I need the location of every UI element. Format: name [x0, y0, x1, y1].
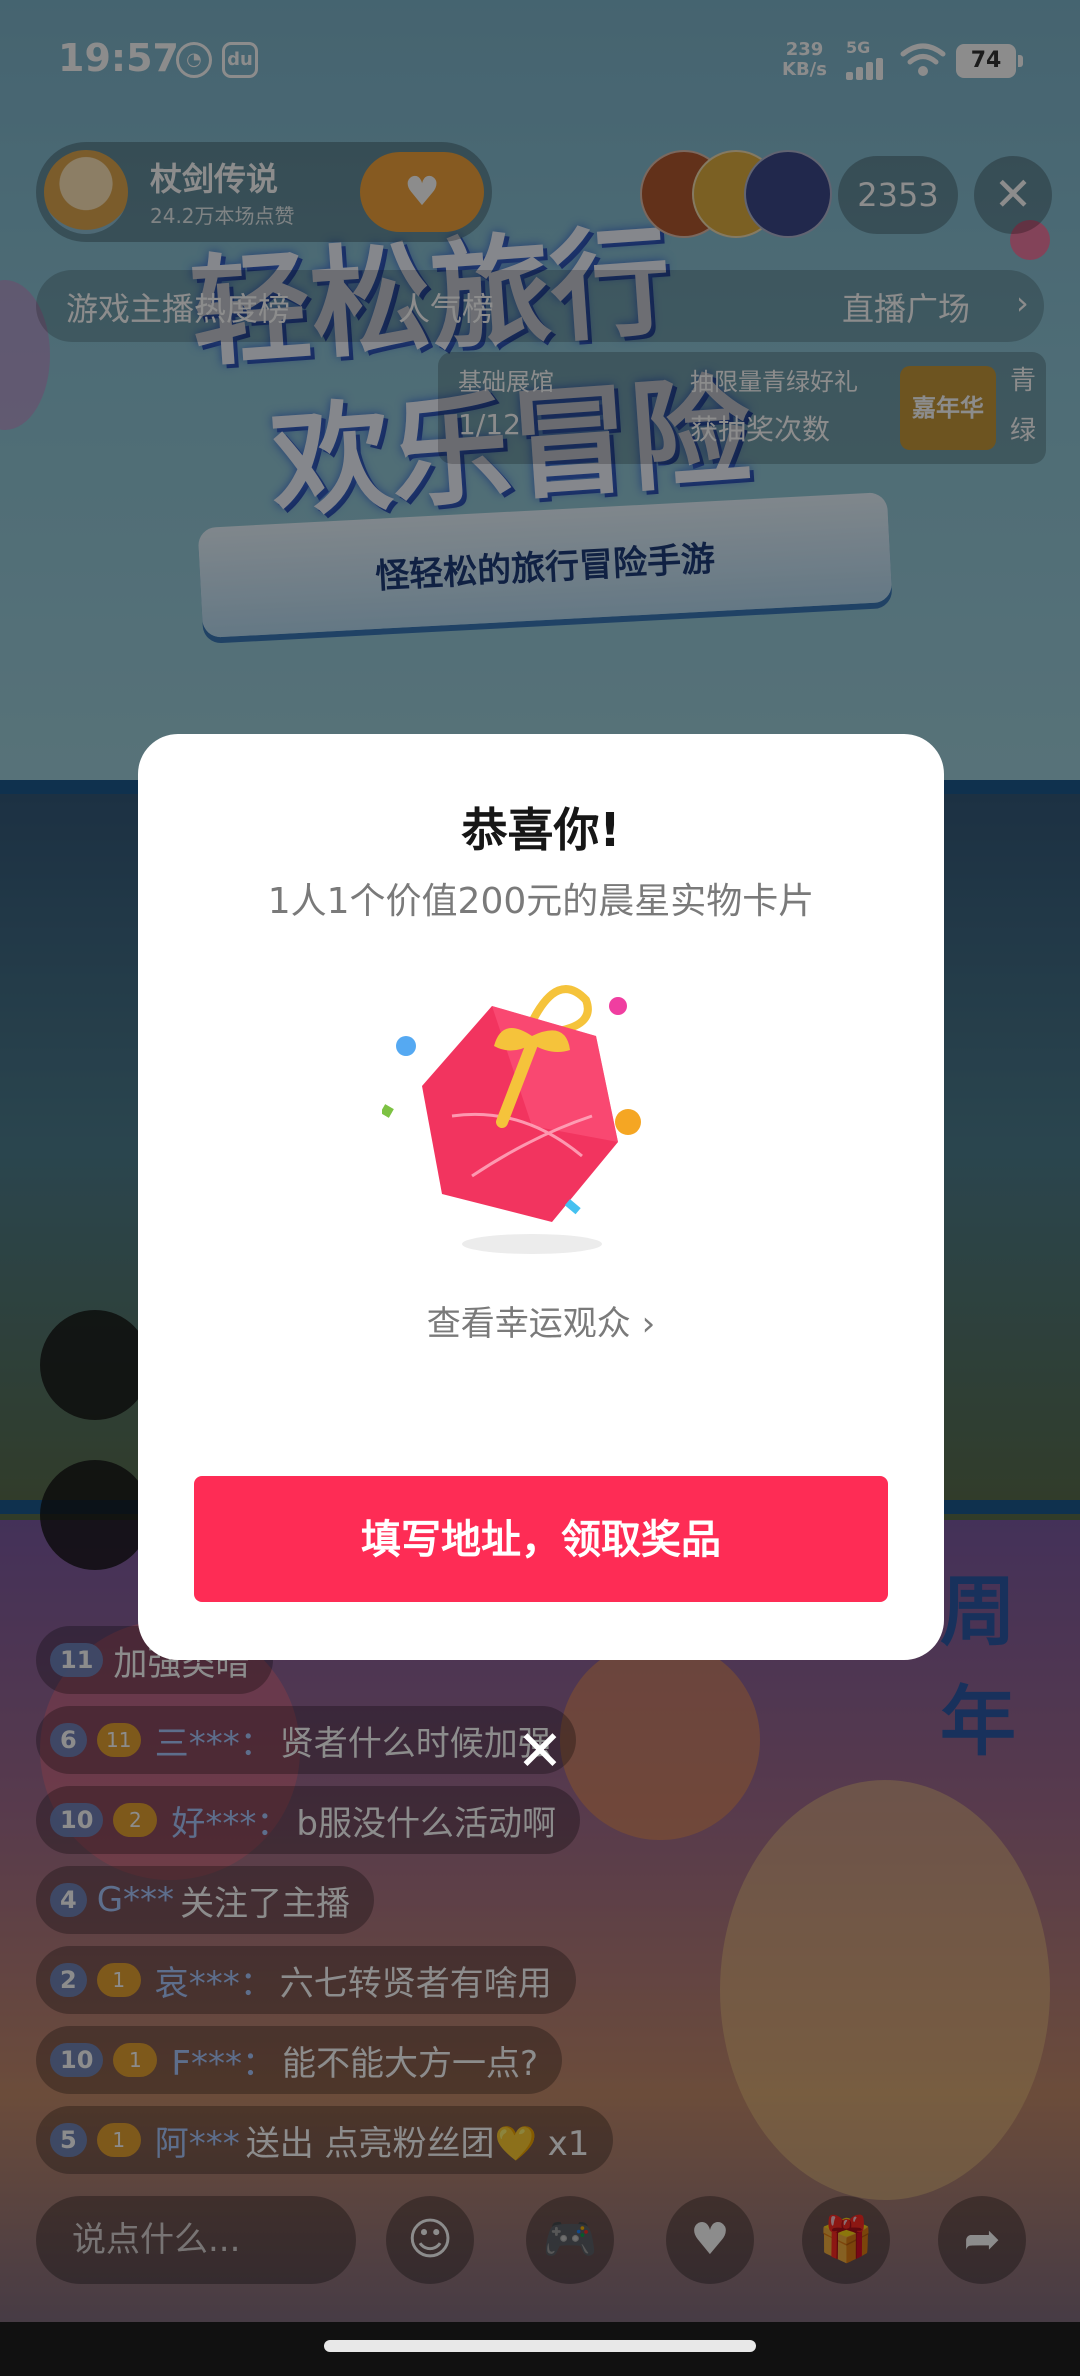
close-dialog-icon[interactable]: ✕	[494, 1706, 586, 1798]
view-lucky-viewers-link[interactable]: 查看幸运观众 ›	[138, 1296, 944, 1345]
claim-prize-button[interactable]: 填写地址，领取奖品	[194, 1476, 888, 1602]
prize-dialog: 恭喜你! 1人1个价值200元的晨星实物卡片 查看幸运观众 › 填写地址，领取奖…	[138, 734, 944, 1660]
dialog-subtitle: 1人1个价值200元的晨星实物卡片	[267, 881, 815, 922]
dialog-title: 恭喜你!	[461, 803, 621, 857]
lucky-bag-icon	[382, 985, 641, 1254]
home-indicator[interactable]	[324, 2340, 756, 2352]
